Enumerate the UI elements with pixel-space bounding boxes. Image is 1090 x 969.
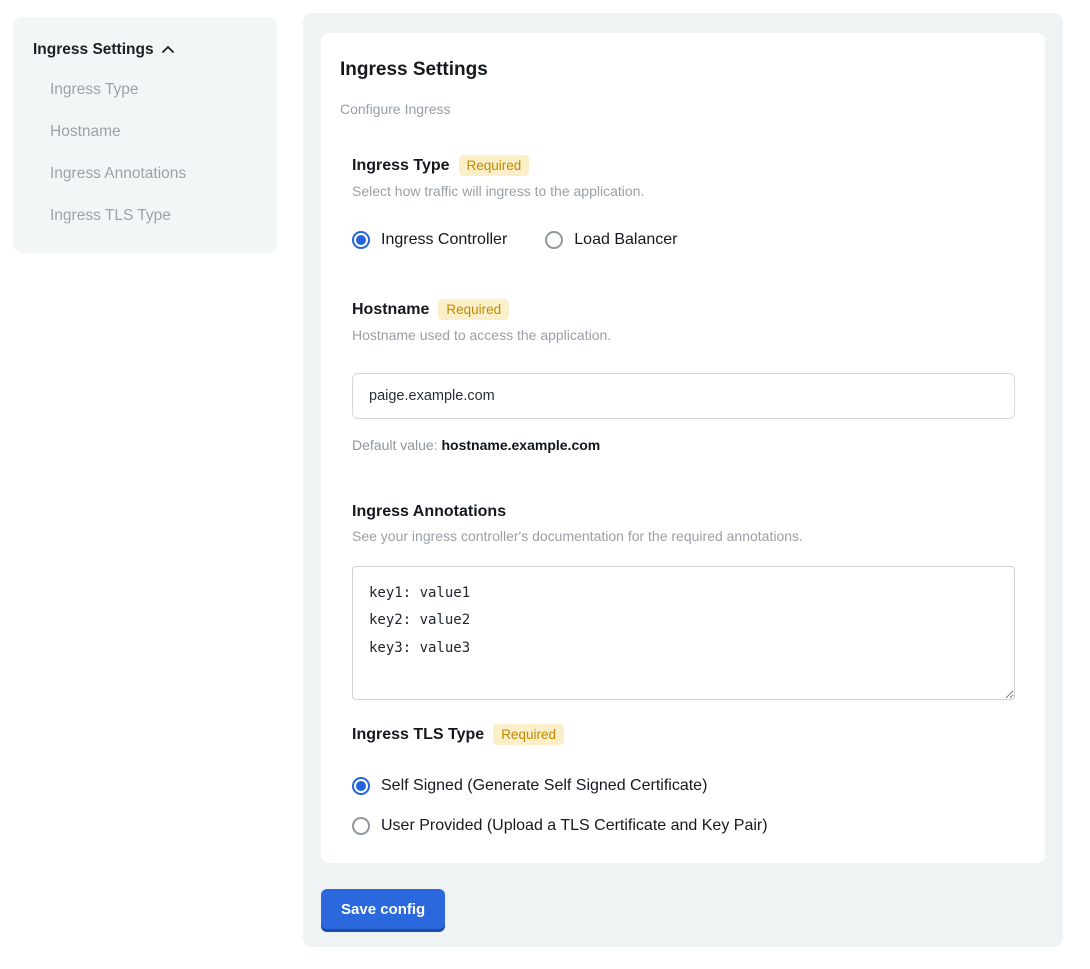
ingress-type-help: Select how traffic will ingress to the a… [352, 183, 1025, 199]
page-subtitle: Configure Ingress [340, 101, 1025, 117]
radio-label: Self Signed (Generate Self Signed Certif… [381, 777, 707, 795]
ingress-type-radio-group: Ingress Controller Load Balancer [352, 231, 1025, 249]
radio-label: Ingress Controller [381, 231, 507, 249]
hostname-default-line: Default value: hostname.example.com [352, 437, 1025, 453]
sidebar: Ingress Settings Ingress Type Hostname I… [13, 17, 277, 253]
page: Ingress Settings Ingress Type Hostname I… [0, 0, 1090, 969]
default-prefix: Default value: [352, 437, 442, 453]
radio-icon[interactable] [352, 777, 370, 795]
required-badge: Required [493, 724, 564, 745]
radio-icon[interactable] [352, 817, 370, 835]
ingress-annotations-textarea[interactable]: key1: value1 key2: value2 key3: value3 [352, 566, 1015, 700]
required-badge: Required [459, 155, 530, 176]
sidebar-item-hostname[interactable]: Hostname [50, 123, 257, 141]
sidebar-item-ingress-annotations[interactable]: Ingress Annotations [50, 165, 257, 183]
radio-label: User Provided (Upload a TLS Certificate … [381, 817, 768, 835]
required-badge: Required [438, 299, 509, 320]
ingress-annotations-label: Ingress Annotations [352, 503, 506, 521]
ingress-annotations-section: Ingress Annotations See your ingress con… [352, 503, 1025, 700]
radio-load-balancer[interactable]: Load Balancer [545, 231, 677, 249]
radio-self-signed[interactable]: Self Signed (Generate Self Signed Certif… [352, 777, 1025, 795]
ingress-tls-radio-group: Self Signed (Generate Self Signed Certif… [352, 777, 1025, 835]
chevron-up-icon [161, 43, 175, 57]
sidebar-item-ingress-tls-type[interactable]: Ingress TLS Type [50, 207, 257, 225]
ingress-type-section: Ingress Type Required Select how traffic… [352, 155, 1025, 249]
sidebar-items: Ingress Type Hostname Ingress Annotation… [33, 81, 257, 225]
ingress-tls-type-section: Ingress TLS Type Required Self Signed (G… [352, 724, 1025, 835]
radio-icon[interactable] [545, 231, 563, 249]
radio-label: Load Balancer [574, 231, 677, 249]
ingress-type-label: Ingress Type [352, 157, 450, 175]
sidebar-item-ingress-type[interactable]: Ingress Type [50, 81, 257, 99]
radio-user-provided[interactable]: User Provided (Upload a TLS Certificate … [352, 817, 1025, 835]
ingress-settings-card: Ingress Settings Configure Ingress Ingre… [321, 33, 1045, 863]
hostname-label: Hostname [352, 301, 429, 319]
radio-icon[interactable] [352, 231, 370, 249]
default-value: hostname.example.com [442, 437, 601, 453]
save-config-button[interactable]: Save config [321, 889, 445, 929]
page-title: Ingress Settings [340, 59, 1025, 81]
sidebar-section-toggle[interactable]: Ingress Settings [33, 41, 257, 59]
sidebar-section-title: Ingress Settings [33, 41, 154, 59]
hostname-section: Hostname Required Hostname used to acces… [352, 299, 1025, 453]
main-panel: Ingress Settings Configure Ingress Ingre… [303, 13, 1063, 947]
radio-ingress-controller[interactable]: Ingress Controller [352, 231, 507, 249]
hostname-input[interactable] [352, 373, 1015, 419]
ingress-annotations-help: See your ingress controller's documentat… [352, 528, 1025, 544]
ingress-tls-type-label: Ingress TLS Type [352, 726, 484, 744]
hostname-help: Hostname used to access the application. [352, 327, 1025, 343]
